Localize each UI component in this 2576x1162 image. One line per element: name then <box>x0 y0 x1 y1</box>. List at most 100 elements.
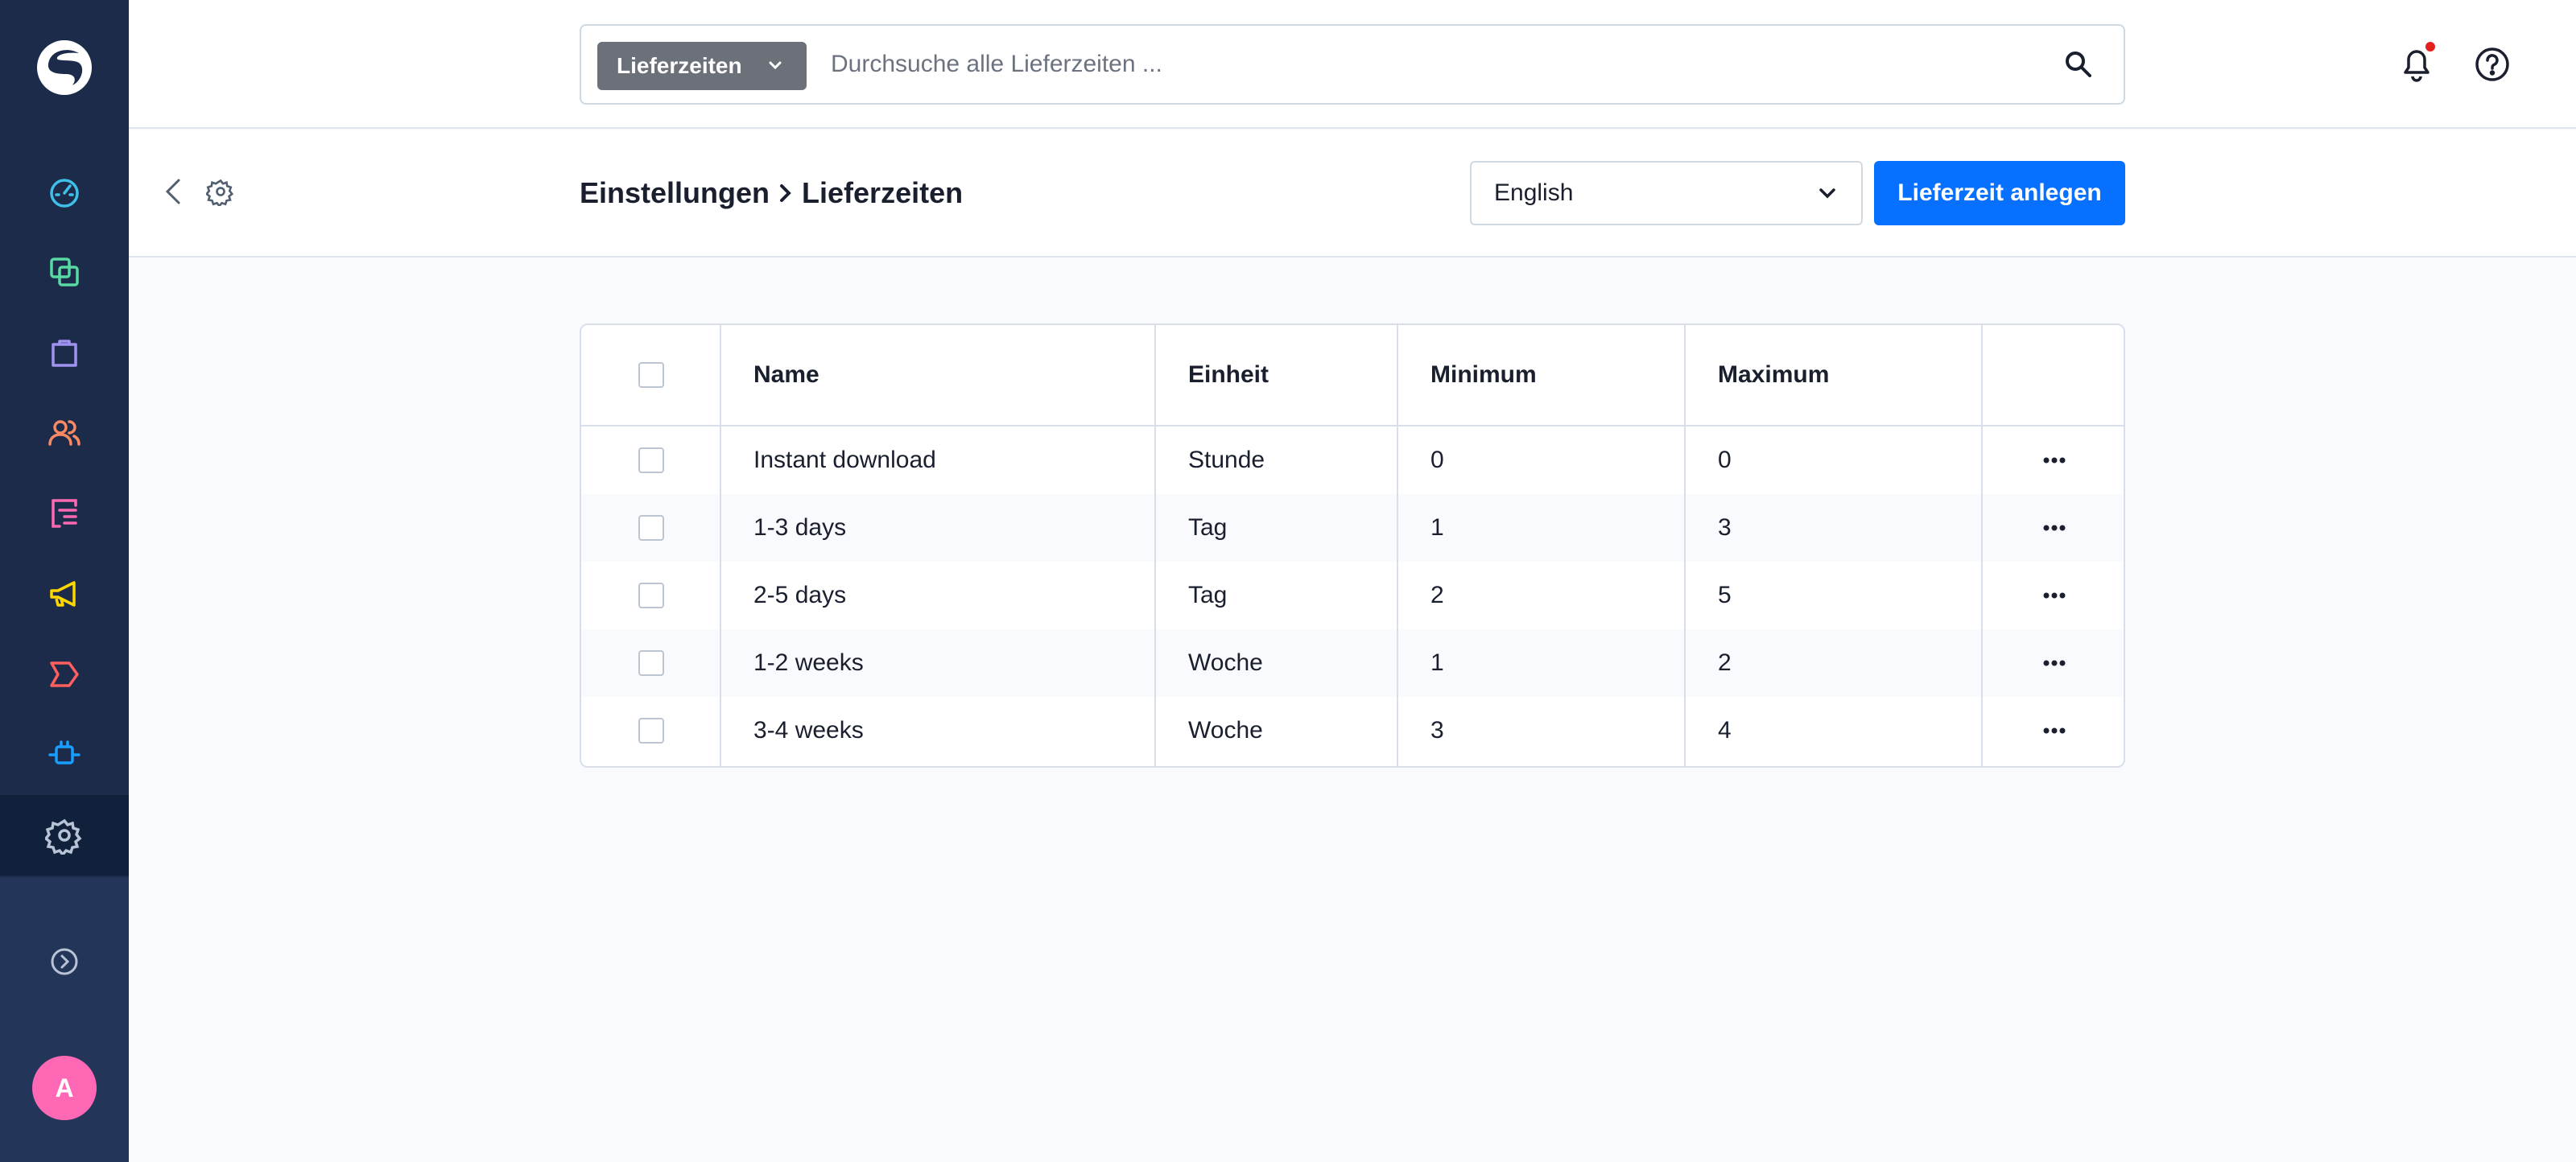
cell-min: 0 <box>1430 447 1444 473</box>
marketing-icon <box>50 581 76 607</box>
select-all-cell <box>581 325 721 425</box>
cell-max: 5 <box>1718 582 1732 608</box>
search-input[interactable]: Durchsuche alle Lieferzeiten ... <box>831 26 1162 103</box>
more-horizontal-icon <box>2043 592 2066 599</box>
top-bar: Lieferzeiten Durchsuche alle Lieferzeite… <box>129 0 2576 129</box>
cell-name[interactable]: 3-4 weeks <box>753 697 864 764</box>
row-actions-button[interactable] <box>1985 629 2124 697</box>
chevron-down-icon <box>769 61 782 70</box>
cell-unit: Woche <box>1188 649 1263 676</box>
cell-unit: Woche <box>1188 717 1263 744</box>
language-switch[interactable]: English <box>1470 161 1863 225</box>
column-divider <box>1684 325 1686 766</box>
shopware-logo-icon[interactable] <box>32 35 97 100</box>
row-select-cell <box>581 629 721 697</box>
row-actions-button[interactable] <box>1985 562 2124 629</box>
search-icon[interactable] <box>2062 48 2095 80</box>
table-row: 3-4 weeks Woche 3 4 <box>581 697 2124 764</box>
row-select-cell <box>581 426 721 494</box>
nav-settings[interactable] <box>0 795 129 876</box>
cell-min: 1 <box>1430 649 1444 676</box>
cell-name[interactable]: 2-5 days <box>753 562 846 629</box>
create-delivery-time-button[interactable]: Lieferzeit anlegen <box>1874 161 2125 225</box>
page-title: Einstellungen Lieferzeiten <box>580 130 963 256</box>
cell-min: 2 <box>1430 582 1444 608</box>
cell-unit: Stunde <box>1188 447 1265 473</box>
smart-bar: Einstellungen Lieferzeiten English Liefe… <box>129 130 2576 258</box>
nav-customers[interactable] <box>0 393 129 473</box>
nav-marketing[interactable] <box>0 554 129 634</box>
select-all-checkbox[interactable] <box>638 362 664 388</box>
column-divider <box>1981 325 1983 766</box>
column-divider <box>1154 325 1156 766</box>
cell-max: 4 <box>1718 717 1732 744</box>
delivery-time-grid: Name Einheit Minimum Maximum Instant dow… <box>580 323 2125 768</box>
table-row: Instant download Stunde 0 0 <box>581 426 2124 494</box>
nav-content[interactable] <box>0 473 129 554</box>
search-type-dropdown[interactable]: Lieferzeiten <box>597 42 807 90</box>
row-checkbox[interactable] <box>638 447 664 473</box>
extensions-icon <box>48 740 80 764</box>
dashboard-icon <box>50 179 79 208</box>
row-checkbox[interactable] <box>638 583 664 608</box>
row-select-cell <box>581 697 721 764</box>
row-checkbox[interactable] <box>638 718 664 744</box>
catalogues-icon <box>50 258 79 286</box>
orders-icon <box>52 340 77 367</box>
table-row: 1-2 weeks Woche 1 2 <box>581 629 2124 697</box>
column-header-unit[interactable]: Einheit <box>1188 325 1269 425</box>
cell-unit: Tag <box>1188 514 1228 541</box>
settings-icon <box>206 179 234 206</box>
column-header-min[interactable]: Minimum <box>1430 325 1537 425</box>
search-type-label: Lieferzeiten <box>617 53 742 78</box>
row-select-cell <box>581 494 721 562</box>
table-header: Name Einheit Minimum Maximum <box>581 325 2124 426</box>
column-divider <box>1397 325 1398 766</box>
cell-name[interactable]: Instant download <box>753 426 936 494</box>
global-search[interactable]: Lieferzeiten Durchsuche alle Lieferzeite… <box>580 24 2125 105</box>
row-select-cell <box>581 562 721 629</box>
cell-min: 1 <box>1430 514 1444 541</box>
column-divider <box>720 325 721 766</box>
help-icon[interactable] <box>2473 45 2512 84</box>
row-actions-button[interactable] <box>1985 494 2124 562</box>
more-horizontal-icon <box>2043 660 2066 666</box>
nav-catalogues[interactable] <box>0 232 129 312</box>
row-checkbox[interactable] <box>638 650 664 676</box>
settings-icon <box>45 818 82 855</box>
column-header-name[interactable]: Name <box>753 325 819 425</box>
nav-extensions[interactable] <box>0 715 129 795</box>
row-actions-button[interactable] <box>1985 697 2124 764</box>
cell-unit: Tag <box>1188 582 1228 608</box>
cell-name[interactable]: 1-2 weeks <box>753 629 864 697</box>
nav-sales-channels[interactable] <box>0 634 129 715</box>
admin-sidebar: A <box>0 0 129 1162</box>
row-checkbox[interactable] <box>638 515 664 541</box>
expand-sidebar-button[interactable] <box>0 925 129 998</box>
nav-dashboard[interactable] <box>0 151 129 232</box>
notification-badge <box>2425 42 2435 52</box>
nav-orders[interactable] <box>0 312 129 393</box>
arrow-left-icon[interactable] <box>158 175 190 208</box>
user-avatar[interactable]: A <box>32 1056 97 1120</box>
language-selected: English <box>1494 179 1574 206</box>
more-horizontal-icon <box>2043 525 2066 531</box>
more-horizontal-icon <box>2043 727 2066 734</box>
cell-max: 3 <box>1718 514 1732 541</box>
chevron-right-icon <box>778 182 794 204</box>
breadcrumb-current: Lieferzeiten <box>802 176 964 209</box>
content-icon <box>52 499 77 528</box>
customers-icon <box>48 420 80 446</box>
chevron-down-icon <box>1819 188 1835 199</box>
column-header-max[interactable]: Maximum <box>1718 325 1829 425</box>
cell-min: 3 <box>1430 717 1444 744</box>
more-horizontal-icon <box>2043 457 2066 464</box>
table-row: 1-3 days Tag 1 3 <box>581 494 2124 562</box>
row-actions-button[interactable] <box>1985 426 2124 494</box>
table-row: 2-5 days Tag 2 5 <box>581 562 2124 629</box>
chevron-right-circle-icon <box>51 948 78 975</box>
cell-max: 0 <box>1718 447 1732 473</box>
breadcrumb-parent[interactable]: Einstellungen <box>580 176 770 210</box>
cell-max: 2 <box>1718 649 1732 676</box>
cell-name[interactable]: 1-3 days <box>753 494 846 562</box>
